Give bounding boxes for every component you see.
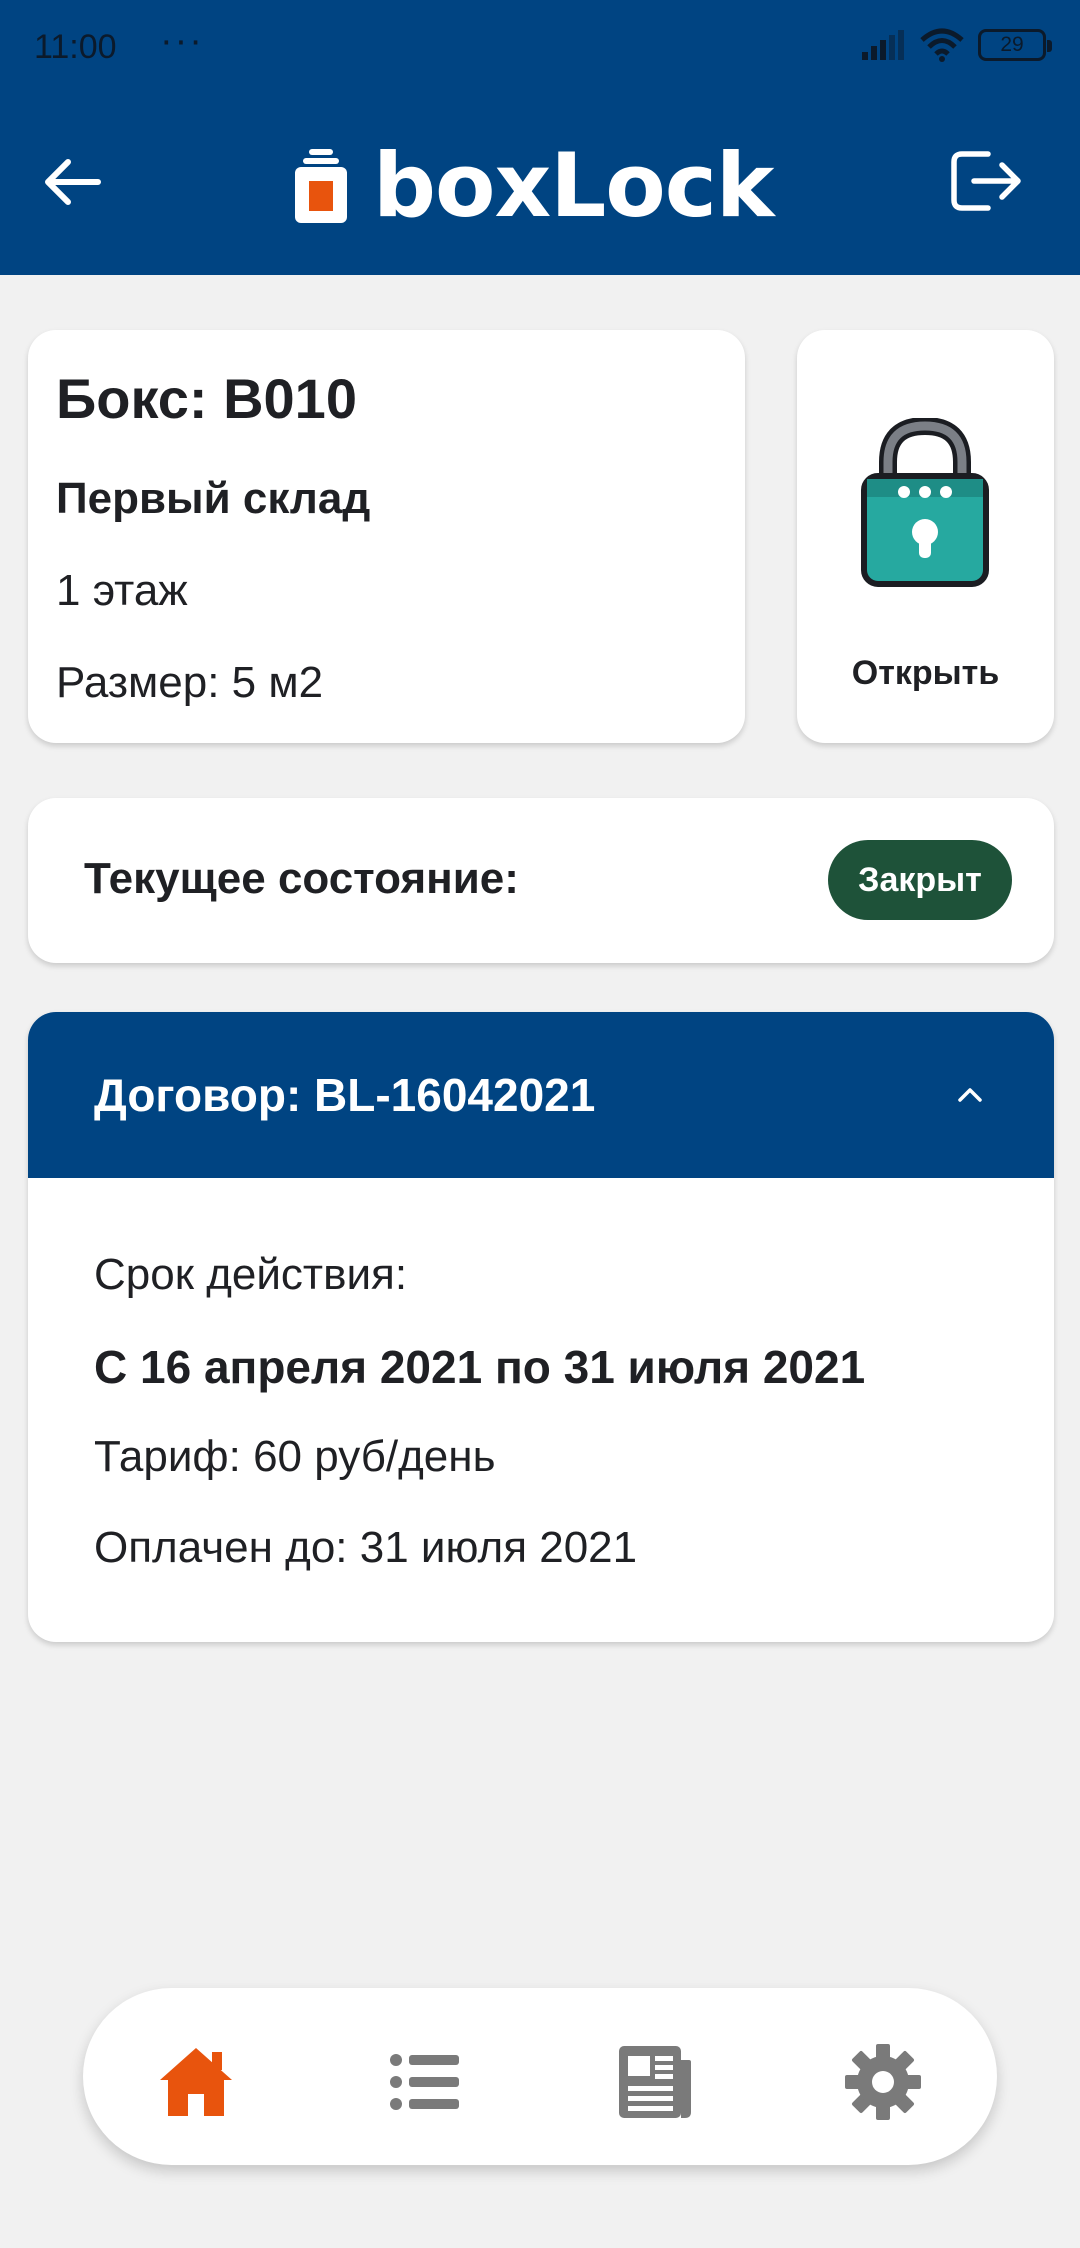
contract-paid-until: Оплачен до: 31 июля 2021	[94, 1523, 638, 1572]
box-size: Размер: 5 м2	[56, 658, 324, 707]
status-time: 11:00	[34, 28, 117, 66]
current-state-label: Текущее состояние:	[84, 854, 519, 903]
brand-logo: boxLock	[295, 134, 774, 237]
contract-title: Договор: BL-16042021	[94, 1069, 596, 1121]
back-arrow-icon[interactable]	[40, 150, 104, 214]
box-floor: 1 этаж	[56, 566, 188, 615]
open-lock-label[interactable]: Открыть	[797, 654, 1054, 693]
box-title: Бокс: B010	[56, 367, 357, 430]
chevron-up-icon[interactable]	[952, 1080, 988, 1110]
gear-icon[interactable]	[843, 2042, 923, 2122]
status-icons: 29	[862, 28, 1052, 62]
signal-icon	[862, 30, 904, 60]
wifi-icon	[920, 28, 964, 62]
status-bar: 11:00 ··· 29	[0, 0, 1080, 95]
contract-tariff: Тариф: 60 руб/день	[94, 1432, 496, 1481]
contract-term-value: С 16 апреля 2021 по 31 июля 2021	[94, 1341, 866, 1393]
list-icon[interactable]	[385, 2042, 465, 2122]
status-badge: Закрыт	[828, 840, 1012, 920]
logout-icon[interactable]	[948, 148, 1024, 214]
battery-indicator: 29	[978, 29, 1052, 61]
contract-term-label: Срок действия:	[94, 1250, 408, 1299]
box-logo-icon	[295, 149, 347, 223]
contract-accordion-header[interactable]: Договор: BL-16042021	[28, 1012, 1054, 1178]
home-icon[interactable]	[156, 2042, 236, 2122]
newspaper-icon[interactable]	[615, 2042, 695, 2122]
box-warehouse: Первый склад	[56, 474, 371, 523]
status-notification-dots: ···	[160, 20, 204, 62]
brand-name: boxLock	[373, 134, 774, 237]
padlock-icon[interactable]	[858, 418, 992, 590]
